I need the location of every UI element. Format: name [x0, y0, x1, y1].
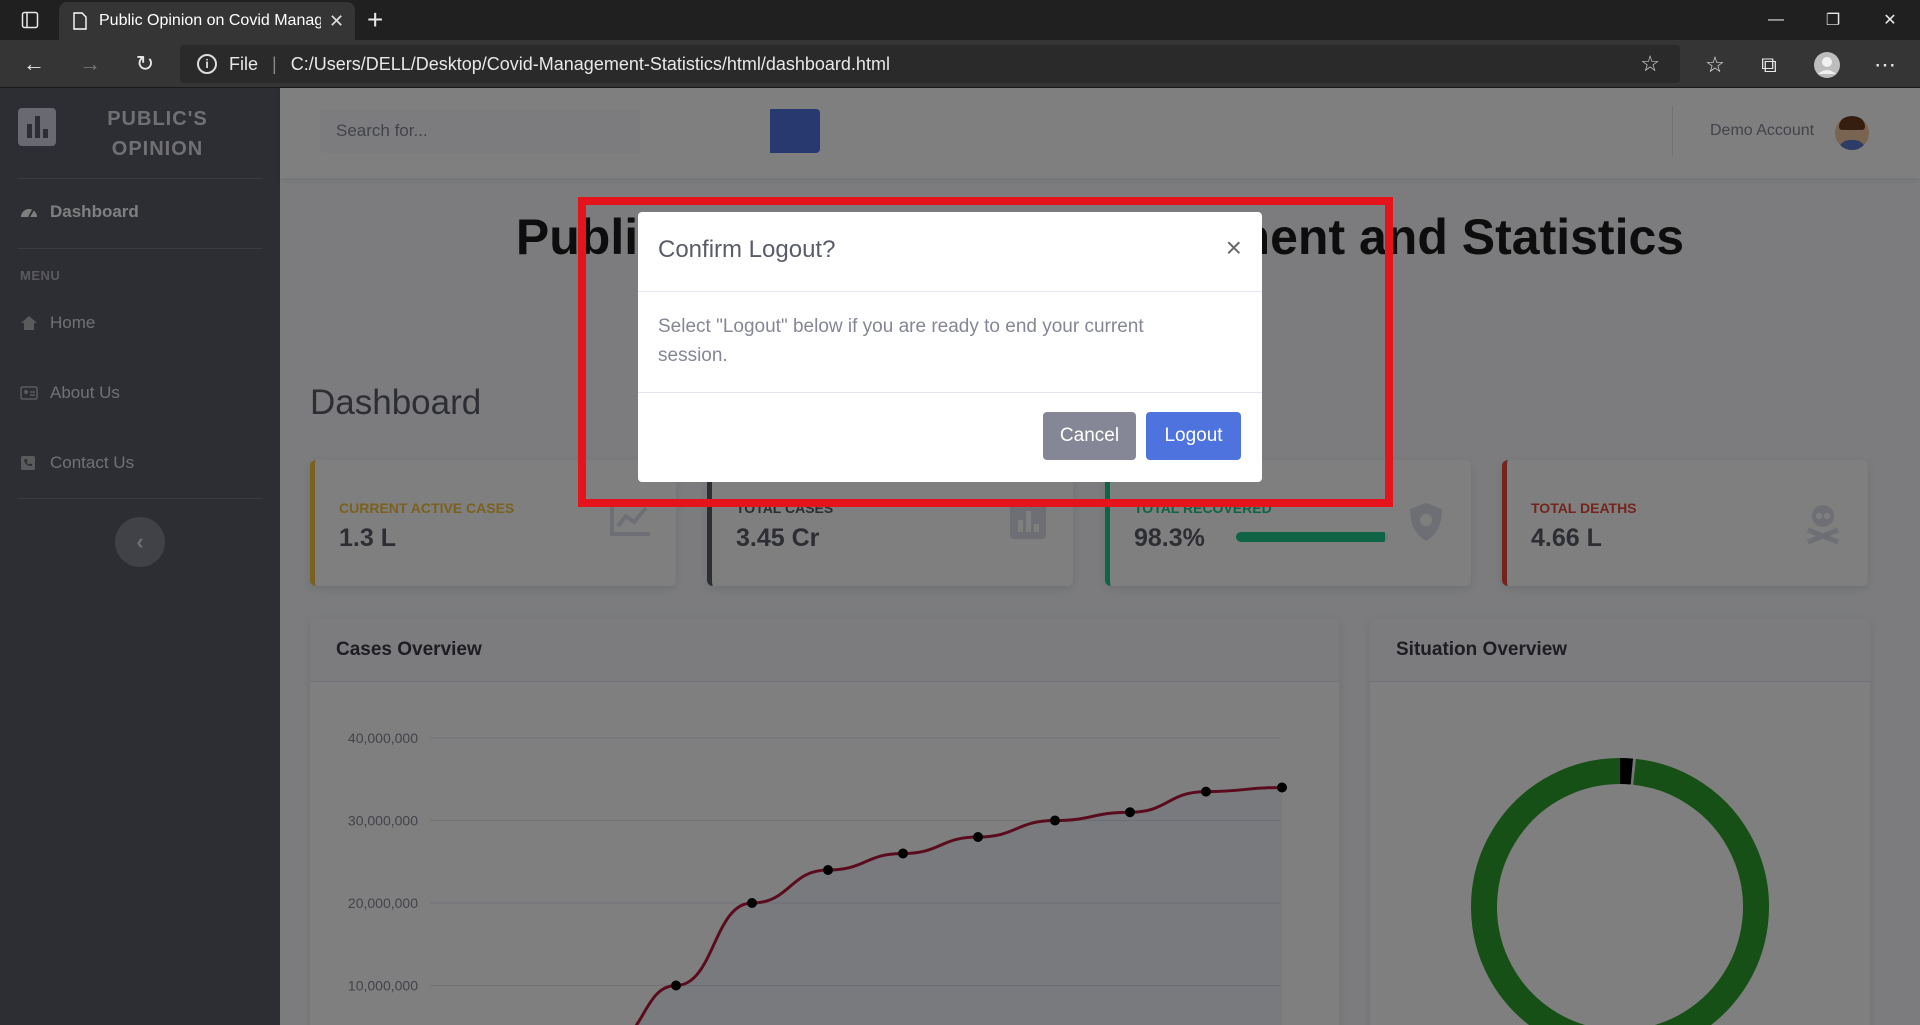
new-tab-icon[interactable]: +	[367, 4, 383, 36]
restore-icon[interactable]: ❐	[1805, 0, 1861, 40]
back-icon[interactable]: ←	[18, 48, 50, 80]
url-scheme-label: File	[229, 53, 259, 74]
browser-window: Public Opinion on Covid Management ✕ + —…	[0, 0, 1920, 1025]
highlight-box	[578, 197, 1393, 507]
url-separator: |	[272, 53, 277, 74]
tab-title: Public Opinion on Covid Management	[99, 12, 321, 29]
tab-bar: Public Opinion on Covid Management ✕ + —…	[0, 0, 1920, 40]
address-bar[interactable]: i File | C:/Users/DELL/Desktop/Covid-Man…	[180, 45, 1680, 83]
minimize-icon[interactable]: —	[1748, 0, 1804, 40]
forward-icon[interactable]: →	[74, 48, 106, 80]
profile-icon[interactable]	[1812, 50, 1842, 80]
tab-actions-icon[interactable]	[16, 6, 44, 34]
modal-backdrop[interactable]: Confirm Logout? × Select "Logout" below …	[0, 88, 1920, 1025]
favorites-icon[interactable]: ☆	[1700, 50, 1730, 80]
tab-close-icon[interactable]: ✕	[329, 11, 344, 32]
url-text[interactable]: C:/Users/DELL/Desktop/Covid-Management-S…	[291, 54, 890, 75]
add-favorite-icon[interactable]: ☆	[1640, 51, 1660, 77]
collections-icon[interactable]: ⧉	[1754, 50, 1784, 80]
more-options-icon[interactable]: ⋯	[1870, 50, 1900, 80]
address-bar-row: ← → ↻ i File | C:/Users/DELL/Desktop/Cov…	[0, 40, 1920, 88]
close-window-icon[interactable]: ✕	[1862, 0, 1918, 40]
browser-tab[interactable]: Public Opinion on Covid Management ✕	[59, 2, 355, 40]
refresh-icon[interactable]: ↻	[129, 48, 161, 80]
info-icon[interactable]: i	[197, 54, 217, 74]
page-icon	[73, 12, 87, 30]
